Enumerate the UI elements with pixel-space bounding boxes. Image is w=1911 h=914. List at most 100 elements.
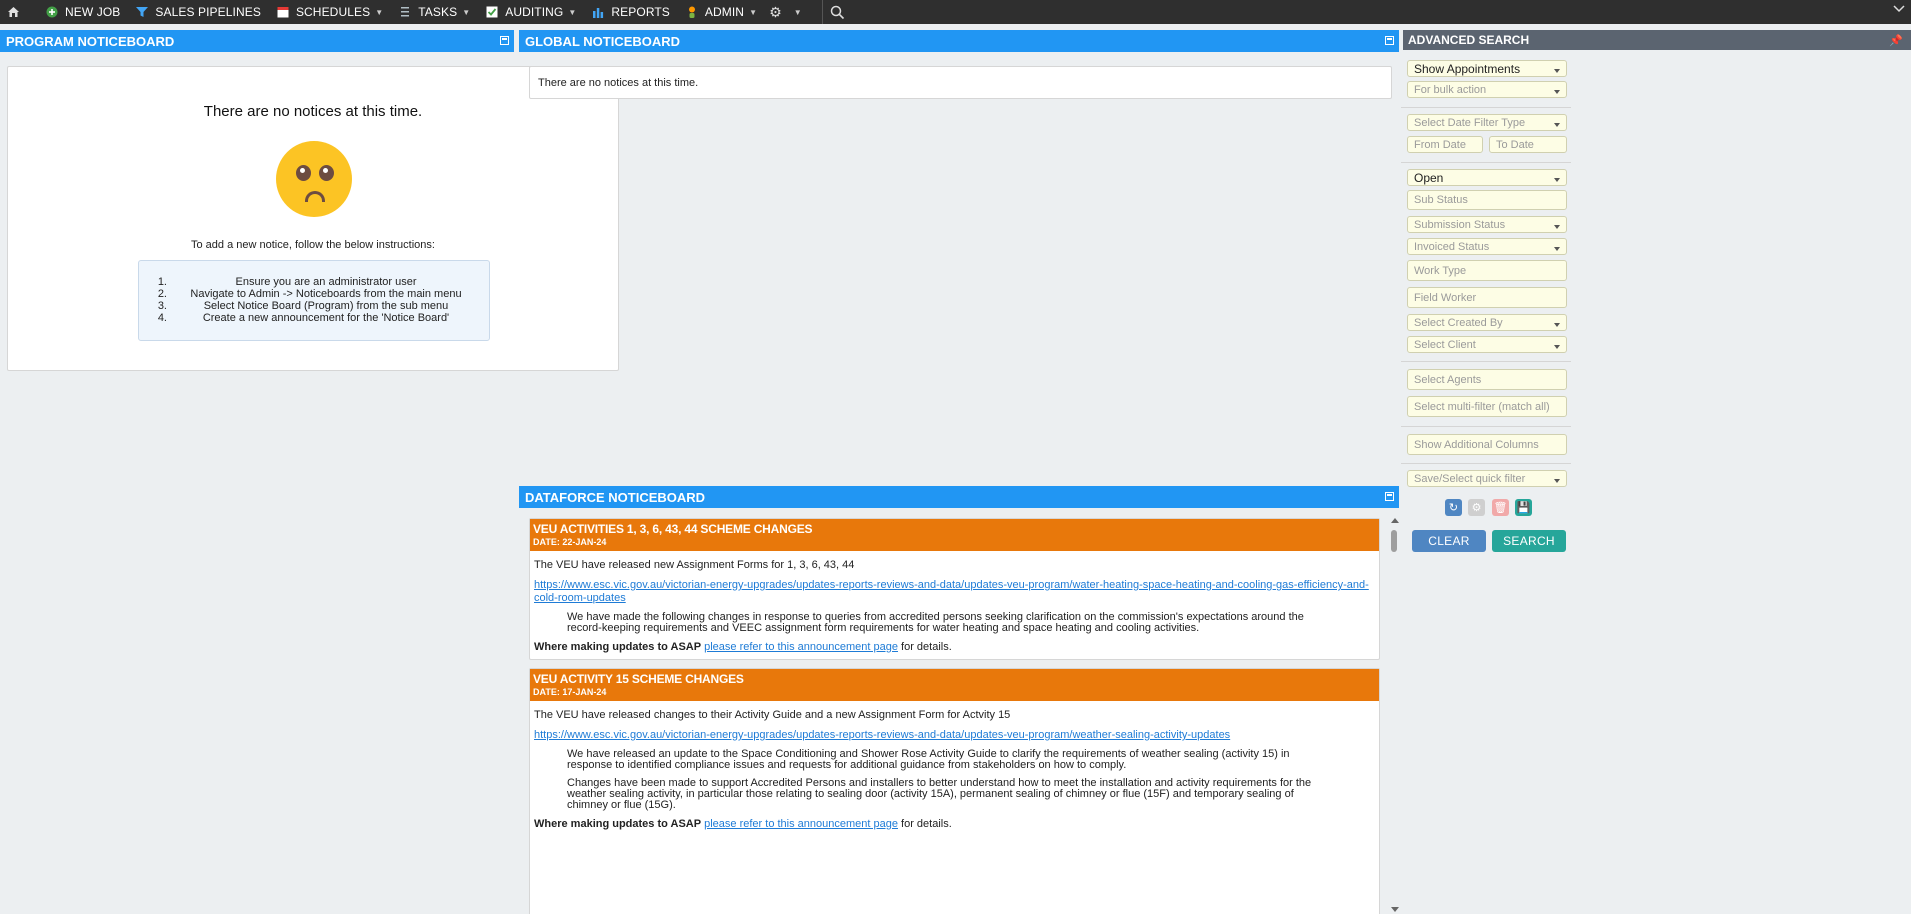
created-by-select[interactable]: Select Created By	[1407, 314, 1567, 331]
step-text: Navigate to Admin -> Noticeboards from t…	[190, 288, 462, 300]
nav-item-tasks[interactable]: TASKS ▼	[391, 0, 478, 24]
submission-status-select[interactable]: Submission Status	[1407, 216, 1567, 233]
home-button[interactable]	[0, 0, 26, 24]
dataforce-noticeboard-body[interactable]: VEU ACTIVITIES 1, 3, 6, 43, 44 SCHEME CH…	[519, 510, 1399, 914]
sub-status-input[interactable]: Sub Status	[1407, 190, 1567, 210]
calendar-icon	[277, 6, 289, 18]
from-date-input[interactable]: From Date	[1407, 136, 1483, 153]
asap-tail: for details.	[897, 818, 952, 830]
nav-item-label: ADMIN	[704, 5, 745, 19]
work-type-input[interactable]: Work Type	[1407, 260, 1567, 281]
instructions-box: 1. Ensure you are an administrator user 2.…	[138, 260, 490, 341]
nav-item-new-job[interactable]: NEW JOB	[26, 0, 128, 24]
bulk-action-select[interactable]: For bulk action	[1407, 81, 1567, 98]
instruction-step: 1. Ensure you are an administrator user	[139, 276, 489, 288]
nav-item-label: REPORTS	[611, 5, 670, 19]
chevron-down-icon: ▼	[793, 7, 802, 17]
delete-filter-button[interactable]: 🗑	[1492, 499, 1509, 516]
global-noticeboard-header: GLOBAL NOTICEBOARD	[519, 30, 1399, 52]
notice-date: DATE: 22-JAN-24	[533, 537, 607, 547]
client-select[interactable]: Select Client	[1407, 336, 1567, 353]
save-icon: 💾	[1516, 502, 1531, 514]
search-button[interactable]	[821, 0, 852, 24]
top-nav-bar: NEW JOB SALES PIPELINES SCHEDULES ▼ TASKS ▼ AU…	[0, 0, 1911, 24]
gear-icon: ⚙	[769, 3, 782, 20]
notices-scrollbar[interactable]	[1389, 518, 1399, 914]
nav-item-reports[interactable]: REPORTS	[584, 0, 678, 24]
clear-button[interactable]: CLEAR	[1412, 530, 1486, 552]
home-icon	[7, 7, 19, 17]
save-filter-button[interactable]: 💾	[1515, 499, 1532, 516]
collapse-menu-icon[interactable]	[1893, 3, 1905, 17]
asap-label: Where making updates to ASAP	[534, 641, 702, 653]
notice-link[interactable]: https://www.esc.vic.gov.au/victorian-ene…	[534, 579, 1369, 604]
announcement-page-link[interactable]: please refer to this announcement page	[704, 818, 898, 830]
nav-item-auditing[interactable]: AUDITING ▼	[478, 0, 584, 24]
instructions-intro: To add a new notice, follow the below in…	[191, 239, 435, 251]
step-number: 3.	[157, 300, 167, 312]
program-noticeboard-body: There are no notices at this time. To ad…	[7, 66, 619, 371]
nav-item-sales-pipelines[interactable]: SALES PIPELINES	[128, 0, 269, 24]
notice-card: VEU ACTIVITY 15 SCHEME CHANGES DATE: 17-J…	[529, 668, 1380, 914]
notice-paragraph: We have made the following changes in re…	[567, 611, 1304, 634]
multi-filter-input[interactable]: Select multi-filter (match all)	[1407, 396, 1567, 417]
nav-item-label: SCHEDULES	[295, 5, 371, 19]
field-worker-input[interactable]: Field Worker	[1407, 287, 1567, 308]
filter-settings-button[interactable]: ⚙	[1468, 499, 1485, 516]
notice-title: VEU ACTIVITY 15 SCHEME CHANGES	[533, 672, 744, 686]
step-number: 4.	[157, 312, 167, 324]
empty-message: There are no notices at this time.	[538, 77, 699, 89]
invoiced-status-select[interactable]: Invoiced Status	[1407, 238, 1567, 255]
minimize-icon[interactable]	[1385, 492, 1394, 501]
chevron-down-icon: ▼	[462, 7, 471, 17]
nav-item-schedules[interactable]: SCHEDULES ▼	[269, 0, 391, 24]
additional-columns-input[interactable]: Show Additional Columns	[1407, 434, 1567, 455]
global-noticeboard-body: There are no notices at this time.	[529, 66, 1392, 99]
refresh-filter-button[interactable]: ↻	[1445, 499, 1462, 516]
instruction-step: 2. Navigate to Admin -> Noticeboards from…	[139, 288, 489, 300]
step-number: 1.	[157, 276, 167, 288]
program-noticeboard-title: PROGRAM NOTICEBOARD	[6, 33, 175, 49]
notice-paragraph: We have released an update to the Space …	[567, 748, 1290, 771]
notice-intro: The VEU have released changes to their A…	[534, 709, 1011, 721]
advanced-search-header: ADVANCED SEARCH 📌	[1403, 30, 1911, 50]
search-button[interactable]: SEARCH	[1492, 530, 1566, 552]
notice-header: VEU ACTIVITY 15 SCHEME CHANGES DATE: 17-J…	[530, 669, 1379, 701]
step-text: Select Notice Board (Program) from the s…	[203, 300, 449, 312]
advanced-search-panel: Show Appointments For bulk action Select…	[1401, 50, 1911, 914]
nav-item-label: TASKS	[418, 5, 458, 19]
instruction-step: 3. Select Notice Board (Program) from the…	[139, 300, 489, 312]
asap-tail: for details.	[897, 641, 952, 653]
funnel-icon	[136, 6, 149, 18]
minimize-icon[interactable]	[1385, 36, 1394, 45]
sad-face-icon	[276, 141, 352, 217]
notice-date: DATE: 17-JAN-24	[533, 687, 607, 697]
settings-menu[interactable]: ⚙ ▼	[761, 0, 810, 24]
minimize-icon[interactable]	[500, 36, 509, 45]
chevron-down-icon: ▼	[749, 7, 758, 17]
empty-message: There are no notices at this time.	[203, 103, 423, 120]
notice-title: VEU ACTIVITIES 1, 3, 6, 43, 44 SCHEME CH…	[533, 522, 813, 536]
agents-input[interactable]: Select Agents	[1407, 369, 1567, 390]
nav-item-label: AUDITING	[505, 5, 564, 19]
notice-intro: The VEU have released new Assignment For…	[534, 559, 855, 571]
notice-content: The VEU have released new Assignment For…	[530, 551, 1379, 669]
to-date-input[interactable]: To Date	[1489, 136, 1567, 153]
status-select[interactable]: Open	[1407, 169, 1567, 186]
nav-item-label: NEW JOB	[65, 5, 121, 19]
program-noticeboard-header: PROGRAM NOTICEBOARD	[0, 30, 514, 52]
instruction-step: 4. Create a new announcement for the 'Not…	[139, 312, 489, 324]
notice-link[interactable]: https://www.esc.vic.gov.au/victorian-ene…	[534, 729, 1230, 741]
show-appointments-select[interactable]: Show Appointments	[1407, 60, 1567, 77]
list-icon	[399, 6, 411, 18]
pin-icon[interactable]: 📌	[1889, 34, 1903, 47]
date-filter-type-select[interactable]: Select Date Filter Type	[1407, 114, 1567, 131]
quick-filter-select[interactable]: Save/Select quick filter	[1407, 470, 1567, 487]
notice-header: VEU ACTIVITIES 1, 3, 6, 43, 44 SCHEME CH…	[530, 519, 1379, 551]
notice-card: VEU ACTIVITIES 1, 3, 6, 43, 44 SCHEME CH…	[529, 518, 1380, 660]
refresh-icon: ↻	[1448, 502, 1459, 514]
nav-item-admin[interactable]: ADMIN ▼	[678, 0, 765, 24]
announcement-page-link[interactable]: please refer to this announcement page	[704, 641, 898, 653]
step-text: Create a new announcement for the 'Notic…	[202, 312, 450, 324]
checkbox-icon	[486, 6, 498, 18]
